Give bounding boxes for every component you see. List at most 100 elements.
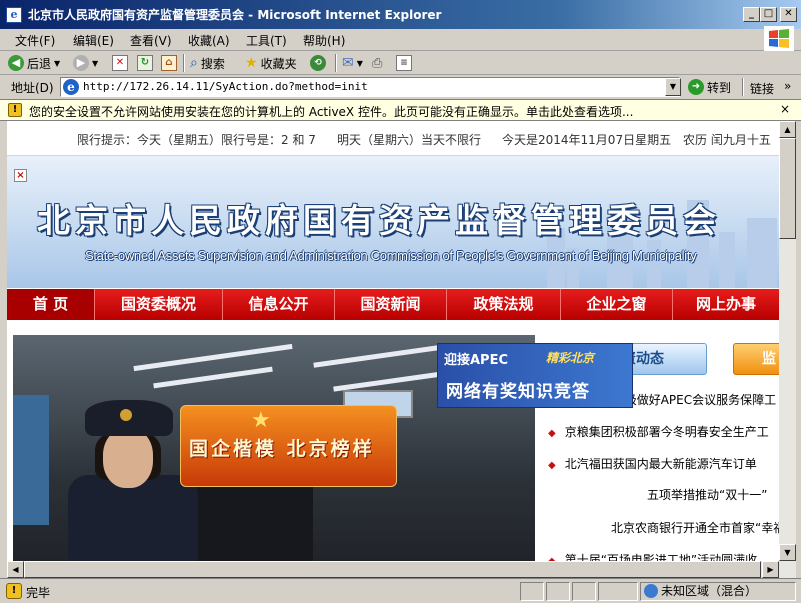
shield-warning-icon: !	[8, 103, 22, 117]
nav-news[interactable]: 国资新闻	[335, 289, 447, 320]
forward-button[interactable]: ▶ ▼	[73, 54, 98, 72]
home-button[interactable]: ⌂	[161, 54, 177, 72]
scroll-thumb[interactable]	[779, 138, 796, 239]
vertical-scrollbar[interactable]: ▲ ▼	[779, 121, 796, 578]
minimize-button[interactable]: _	[743, 7, 760, 22]
bullet-icon: ◆	[548, 460, 556, 471]
refresh-icon: ↻	[137, 55, 153, 71]
security-zone[interactable]: 未知区域（混合）	[640, 582, 796, 601]
promo-apec-top: 迎接APEC	[444, 353, 509, 368]
go-arrow-icon: ➜	[688, 79, 704, 95]
history-button[interactable]: ⟲	[310, 54, 326, 72]
menu-tools[interactable]: 工具(T)	[246, 32, 287, 49]
refresh-button[interactable]: ↻	[137, 54, 153, 72]
menu-edit[interactable]: 编辑(E)	[73, 32, 114, 49]
information-bar[interactable]: ! 您的安全设置不允许网站使用安装在您的计算机上的 ActiveX 控件。此页可…	[0, 99, 801, 121]
information-bar-text: 您的安全设置不允许网站使用安装在您的计算机上的 ActiveX 控件。此页可能没…	[29, 105, 634, 119]
close-ad-button[interactable]: ×	[14, 169, 27, 182]
scroll-left-icon[interactable]: ◀	[7, 561, 24, 578]
traffic-limit-tomorrow: 明天（星期六）当天不限行	[337, 133, 482, 147]
zone-globe-icon	[644, 584, 658, 598]
information-bar-close-button[interactable]: ×	[780, 102, 790, 116]
status-pane	[598, 582, 638, 601]
search-button[interactable]: ⌕ 搜索	[190, 54, 225, 72]
edit-button[interactable]: ≡	[396, 54, 412, 72]
status-text: 完毕	[26, 586, 51, 600]
menu-file[interactable]: 文件(F)	[15, 32, 55, 49]
windows-logo-icon	[764, 26, 794, 51]
stop-button[interactable]: ✕	[112, 54, 128, 72]
promo-model-text: 国企楷模 北京榜样	[189, 438, 375, 460]
nav-online-services[interactable]: 网上办事	[673, 289, 779, 320]
horizontal-scrollbar[interactable]: ◀ ▶	[7, 561, 779, 578]
address-label: 地址(D)	[11, 81, 54, 95]
edit-page-icon: ≡	[396, 55, 412, 71]
address-input[interactable]: e http://172.26.14.11/SyAction.do?method…	[60, 77, 680, 97]
promo-apec-sub: 精彩北京	[546, 351, 595, 365]
links-chevron-icon[interactable]: »	[784, 79, 791, 93]
print-button[interactable]: ⎙	[372, 54, 382, 72]
favorites-label: 收藏夹	[260, 56, 297, 71]
address-url: http://172.26.14.11/SyAction.do?method=i…	[83, 80, 368, 93]
section-header-second[interactable]: 监	[733, 343, 779, 375]
main-nav: 首 页 国资委概况 信息公开 国资新闻 政策法规 企业之窗 网上办事	[7, 289, 779, 320]
lunar-date: 农历 闰九月十五	[683, 133, 771, 147]
address-dropdown-button[interactable]: ▼	[665, 78, 681, 96]
search-icon: ⌕	[190, 55, 198, 71]
nav-home[interactable]: 首 页	[7, 289, 95, 320]
news-item[interactable]: 五项举措推动“双十一”	[647, 486, 767, 503]
nav-enterprise[interactable]: 企业之窗	[561, 289, 673, 320]
favorites-star-icon: ★	[245, 55, 258, 71]
star-icon: ★	[251, 408, 271, 433]
back-label: 后退	[27, 56, 52, 71]
menu-help[interactable]: 帮助(H)	[303, 32, 345, 49]
status-pane	[546, 582, 570, 601]
favorites-button[interactable]: ★ 收藏夹	[245, 54, 297, 72]
dropdown-arrow-icon: ▼	[356, 58, 363, 68]
back-arrow-icon: ◀	[8, 55, 24, 71]
horizontal-scroll-thumb[interactable]	[24, 561, 761, 578]
skyline-shape	[719, 232, 735, 288]
ceiling-light	[313, 343, 453, 368]
news-item[interactable]: ◆ 北汽福田获国内最大新能源汽车订单	[548, 455, 757, 472]
dropdown-arrow-icon: ▼	[54, 58, 61, 68]
news-title: 五项举措推动“双十一”	[647, 488, 768, 502]
menu-favorites[interactable]: 收藏(A)	[188, 32, 230, 49]
news-item[interactable]: 北京农商银行开通全市首家“幸福彩线	[611, 519, 779, 536]
mail-icon: ✉	[342, 55, 354, 71]
toolbar-separator	[183, 54, 185, 72]
print-icon: ⎙	[372, 55, 383, 71]
close-button[interactable]: ✕	[780, 7, 797, 22]
photo-guard-face	[103, 428, 153, 488]
ceiling-light	[333, 371, 443, 392]
nav-policy[interactable]: 政策法规	[447, 289, 561, 320]
nav-overview[interactable]: 国资委概况	[95, 289, 223, 320]
maximize-button[interactable]: □	[760, 7, 777, 22]
station-panel	[13, 395, 49, 525]
nav-disclosure[interactable]: 信息公开	[223, 289, 335, 320]
news-item[interactable]: ◆ 京粮集团积极部署今冬明春安全生产工	[548, 423, 769, 440]
back-button[interactable]: ◀ 后退 ▼	[8, 54, 60, 72]
links-button[interactable]: 链接	[750, 80, 774, 97]
traffic-limit-today: 限行提示：今天（星期五）限行号是：2 和 7	[77, 133, 316, 147]
scroll-right-icon[interactable]: ▶	[762, 561, 779, 578]
dropdown-arrow-icon: ▼	[92, 58, 99, 68]
stop-icon: ✕	[112, 55, 128, 71]
scroll-up-icon[interactable]: ▲	[779, 121, 796, 138]
go-button[interactable]: ➜ 转到	[688, 78, 731, 96]
zone-label: 未知区域（混合）	[661, 584, 758, 598]
mail-button[interactable]: ✉ ▼	[342, 54, 363, 72]
promo-model-banner[interactable]: ★ 国企楷模 北京榜样	[180, 405, 397, 487]
toolbar: ◀ 后退 ▼ ▶ ▼ ✕ ↻ ⌂ ⌕ 搜索 ★ 收藏夹 ⟲ ✉ ▼ ⎙ ≡	[0, 51, 801, 75]
banner-title-en: State-owned Assets Supervision and Admin…	[85, 248, 697, 263]
banner-title-cn: 北京市人民政府国有资产监督管理委员会	[37, 201, 721, 240]
status-bar: ! 完毕 未知区域（混合）	[0, 578, 801, 603]
badge-icon	[120, 409, 132, 421]
promo-apec-main: 网络有奖知识竞答	[446, 382, 590, 402]
scroll-down-icon[interactable]: ▼	[779, 544, 796, 561]
status-pane	[572, 582, 596, 601]
menu-bar: 文件(F) 编辑(E) 查看(V) 收藏(A) 工具(T) 帮助(H)	[0, 29, 801, 51]
menu-view[interactable]: 查看(V)	[130, 32, 172, 49]
promo-apec-banner[interactable]: 迎接APEC 精彩北京 网络有奖知识竞答	[437, 343, 633, 408]
page-icon: e	[63, 79, 79, 95]
